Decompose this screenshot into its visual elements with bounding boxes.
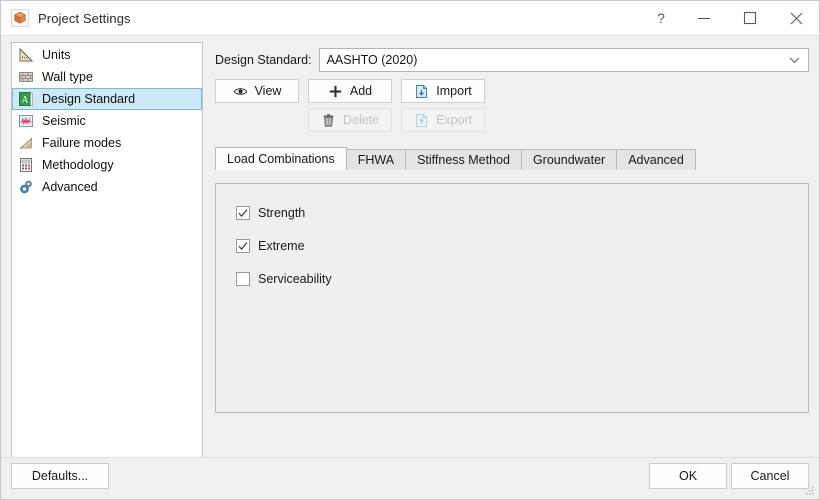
title-bar: Project Settings ? — [1, 1, 819, 36]
tab-fhwa[interactable]: FHWA — [345, 149, 407, 170]
project-settings-dialog: Project Settings ? Units Wall type A Des… — [0, 0, 820, 500]
brick-wall-icon — [18, 69, 34, 85]
sidebar-item-label: Wall type — [42, 70, 93, 84]
standard-actions-row-secondary: Delete Export — [215, 108, 809, 132]
dialog-body: Units Wall type A Design Standard Seismi… — [1, 36, 819, 459]
checkbox-row-strength[interactable]: Strength — [236, 204, 808, 222]
tab-groundwater[interactable]: Groundwater — [520, 149, 618, 170]
ok-button[interactable]: OK — [649, 463, 727, 489]
add-label: Add — [349, 84, 373, 98]
calculator-icon — [18, 157, 34, 173]
slope-wedge-icon — [18, 135, 34, 151]
settings-tab-strip: Load Combinations FHWA Stiffness Method … — [215, 147, 809, 170]
import-button[interactable]: Import — [401, 79, 485, 103]
resize-grip[interactable] — [804, 485, 816, 497]
trash-icon — [321, 113, 336, 128]
help-label: ? — [657, 10, 665, 26]
export-label: Export — [436, 113, 473, 127]
gears-icon — [18, 179, 34, 195]
tab-label: Load Combinations — [227, 152, 335, 166]
cancel-label: Cancel — [750, 469, 790, 483]
design-standard-row: Design Standard: AASHTO (2020) — [215, 48, 809, 72]
app-cube-icon — [11, 9, 29, 27]
plus-icon — [328, 84, 343, 99]
window-title: Project Settings — [38, 10, 131, 26]
checkmark-icon — [238, 209, 248, 217]
checkbox-label: Extreme — [258, 239, 305, 253]
strength-checkbox[interactable] — [236, 206, 250, 220]
sidebar-item-label: Failure modes — [42, 136, 122, 150]
maximize-icon — [743, 11, 757, 25]
tab-stiffness-method[interactable]: Stiffness Method — [405, 149, 522, 170]
checkbox-label: Strength — [258, 206, 306, 220]
svg-text:A: A — [22, 95, 29, 105]
tab-advanced[interactable]: Advanced — [616, 149, 696, 170]
checkbox-label: Serviceability — [258, 272, 332, 286]
seismograph-waveform-icon — [18, 113, 34, 129]
tab-load-combinations[interactable]: Load Combinations — [215, 147, 347, 170]
title-bar-left: Project Settings — [1, 9, 641, 27]
sidebar-item-label: Seismic — [42, 114, 86, 128]
sidebar-item-label: Methodology — [42, 158, 114, 172]
sidebar-item-units[interactable]: Units — [12, 44, 202, 66]
maximize-button[interactable] — [727, 1, 773, 35]
checkbox-row-extreme[interactable]: Extreme — [236, 237, 808, 255]
close-icon — [789, 11, 804, 26]
set-square-ruler-icon — [18, 47, 34, 63]
view-button[interactable]: View — [215, 79, 299, 103]
import-label: Import — [436, 84, 472, 98]
eye-icon — [233, 84, 248, 99]
sidebar-item-design-standard[interactable]: A Design Standard — [12, 88, 202, 110]
defaults-button[interactable]: Defaults... — [11, 463, 109, 489]
chevron-down-icon — [784, 56, 804, 64]
close-button[interactable] — [773, 1, 819, 35]
cancel-button[interactable]: Cancel — [731, 463, 809, 489]
export-button[interactable]: Export — [401, 108, 486, 132]
settings-detail-pane: Design Standard: AASHTO (2020) View Add … — [215, 42, 809, 457]
checkbox-row-serviceability[interactable]: Serviceability — [236, 270, 808, 288]
green-document-a-icon: A — [18, 91, 34, 107]
sidebar-item-advanced[interactable]: Advanced — [12, 176, 202, 198]
tab-label: Stiffness Method — [417, 153, 510, 167]
ok-label: OK — [678, 469, 698, 483]
sidebar-item-failure-modes[interactable]: Failure modes — [12, 132, 202, 154]
standard-actions-row-primary: View Add Import — [215, 79, 809, 103]
delete-label: Delete — [343, 113, 380, 127]
sidebar-item-label: Units — [42, 48, 71, 62]
sidebar-item-methodology[interactable]: Methodology — [12, 154, 202, 176]
tab-label: FHWA — [357, 153, 395, 167]
sidebar-item-wall-type[interactable]: Wall type — [12, 66, 202, 88]
tab-label: Groundwater — [532, 153, 606, 167]
design-standard-value: AASHTO (2020) — [326, 53, 418, 67]
design-standard-select[interactable]: AASHTO (2020) — [318, 48, 809, 72]
extreme-checkbox[interactable] — [236, 239, 250, 253]
design-standard-label: Design Standard: — [215, 53, 312, 67]
document-import-icon — [414, 84, 429, 99]
sidebar-item-seismic[interactable]: Seismic — [12, 110, 202, 132]
minimize-button[interactable] — [681, 1, 727, 35]
tab-label: Advanced — [628, 153, 684, 167]
sidebar-item-label: Advanced — [42, 180, 98, 194]
defaults-label: Defaults... — [31, 469, 89, 483]
document-export-icon — [414, 113, 429, 128]
minimize-icon — [697, 11, 711, 25]
settings-category-list[interactable]: Units Wall type A Design Standard Seismi… — [11, 42, 203, 459]
dialog-footer: Defaults... OK Cancel — [1, 457, 819, 499]
view-label: View — [254, 84, 282, 98]
sidebar-item-label: Design Standard — [42, 92, 136, 106]
load-combinations-panel: Strength Extreme Serviceability — [215, 183, 809, 413]
serviceability-checkbox[interactable] — [236, 272, 250, 286]
add-button[interactable]: Add — [308, 79, 392, 103]
checkmark-icon — [238, 242, 248, 250]
delete-button[interactable]: Delete — [308, 108, 393, 132]
help-button[interactable]: ? — [641, 1, 681, 35]
